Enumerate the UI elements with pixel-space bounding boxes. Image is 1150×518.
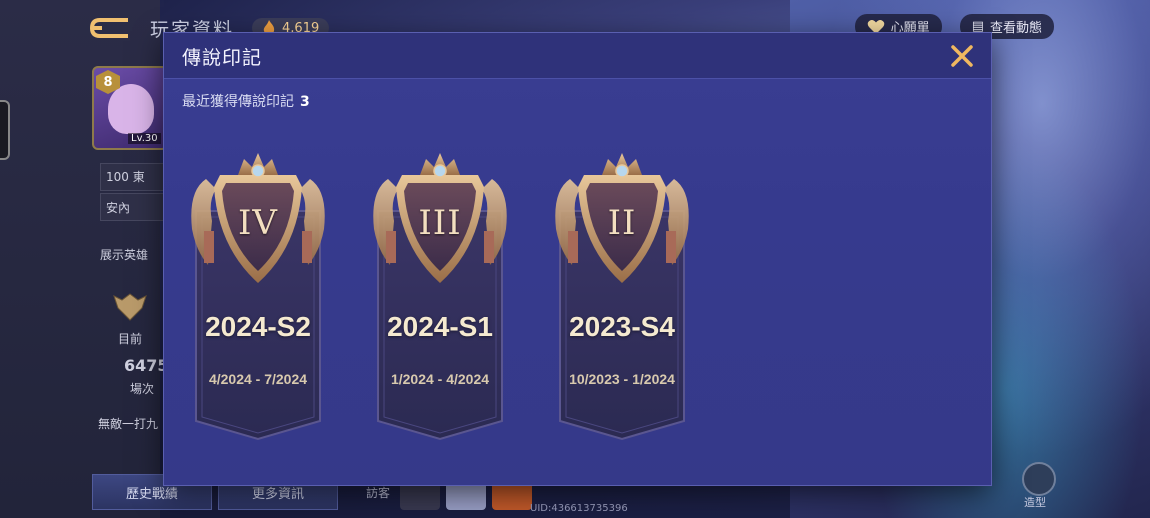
recent-marks-label: 最近獲得傳說印記 [182, 94, 294, 110]
season-date-range: 4/2024 - 7/2024 [208, 371, 308, 387]
history-label: 歷史戰績 [125, 486, 178, 502]
legend-mark-card[interactable]: II 2023-S4 10/2023 - 1/2024 [550, 151, 694, 441]
season-label: 2024-S2 [205, 311, 311, 342]
season-label: 2024-S1 [387, 311, 493, 342]
dialog-header: 傳說印記 [164, 33, 991, 79]
banner-emblem-icon [191, 153, 325, 441]
status-text: 安內 [106, 201, 131, 215]
tier-numeral: II [607, 203, 637, 243]
back-arrow-icon[interactable] [88, 17, 132, 39]
uid-text: UID:436613735396 [530, 503, 628, 514]
skin-icon[interactable] [1022, 462, 1056, 496]
season-label: 2023-S4 [569, 311, 675, 342]
tier-numeral: IV [238, 203, 278, 243]
visitors-label: 訪客 [366, 486, 391, 500]
recent-marks-count: 3 [300, 94, 310, 110]
showcase-label: 展示英雄 [100, 248, 149, 262]
close-icon[interactable] [947, 41, 977, 71]
season-date-range: 10/2023 - 1/2024 [569, 371, 675, 387]
matches-label: 場次 [130, 382, 155, 396]
legend-mark-card[interactable]: IV 2024-S2 4/2024 - 7/2024 [186, 151, 330, 441]
banner-emblem-icon [555, 153, 689, 441]
current-label: 目前 [118, 332, 143, 346]
avatar-level: Lv.30 [128, 133, 161, 144]
side-handle[interactable] [0, 100, 10, 160]
rank-emblem-icon [113, 293, 147, 321]
recent-marks-line: 最近獲得傳說印記 3 [182, 91, 310, 111]
feed-icon: ▤ [971, 19, 984, 34]
skin-label: 造型 [1024, 496, 1046, 509]
currency-text: 100 東 [106, 170, 145, 184]
feed-label: 查看動態 [989, 21, 1042, 36]
season-date-range: 1/2024 - 4/2024 [390, 371, 490, 387]
streak-label: 無敵一打九 [98, 417, 159, 431]
dialog-title: 傳說印記 [182, 47, 263, 69]
more-info-label: 更多資訊 [251, 486, 304, 502]
banner-emblem-icon [373, 153, 507, 441]
tier-numeral: III [418, 203, 462, 243]
legend-mark-card[interactable]: III 2024-S1 1/2024 - 4/2024 [368, 151, 512, 441]
matches-value: 6475 [124, 356, 169, 375]
legend-marks-dialog: 傳說印記 最近獲得傳說印記 3 IV 2024-S2 4/2024 - 7/20… [164, 33, 991, 485]
